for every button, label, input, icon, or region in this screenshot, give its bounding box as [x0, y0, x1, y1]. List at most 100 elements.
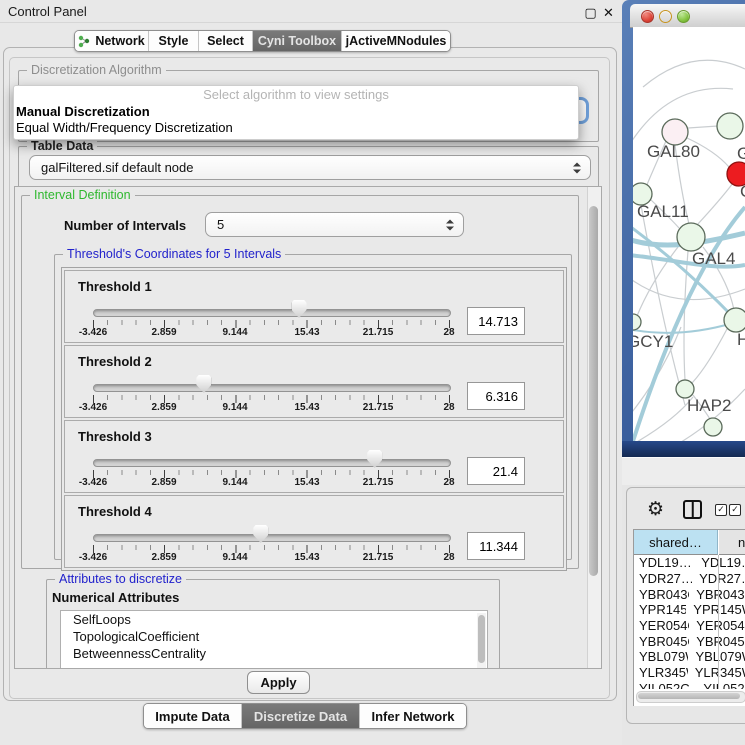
threshold-slider-track[interactable]: [93, 384, 451, 392]
table-row[interactable]: YBR043CYBR043C: [634, 586, 745, 602]
cell-name: YDL19…: [694, 555, 745, 570]
threshold-value-field[interactable]: 6.316: [467, 382, 525, 410]
threshold-row: Threshold 2 -3.426 2.859 9.144 15.43 21.…: [64, 345, 564, 418]
discretization-algorithm-group-title: Discretization Algorithm: [27, 63, 166, 77]
node-gcy1[interactable]: [633, 314, 641, 330]
cell-shared-name: YPR145W: [634, 602, 686, 617]
bottom-tab-bar: Impute Data Discretize Data Infer Networ…: [143, 703, 467, 729]
tab-infer-network[interactable]: Infer Network: [360, 704, 466, 728]
scale-tick-label: 21.715: [353, 477, 403, 488]
scale-tick-label: -3.426: [68, 477, 118, 488]
threshold-coordinates-group: Threshold's Coordinates for 5 Intervals …: [54, 254, 572, 560]
scale-tick-label: 2.859: [139, 327, 189, 338]
node-gal4[interactable]: [677, 223, 705, 251]
table-panel-container: ⚙ ✓ ✓ shared… name YDL19…YDL19… YDR27…YD…: [626, 487, 745, 724]
minimize-traffic-light-icon[interactable]: [659, 10, 672, 23]
close-icon[interactable]: ✕: [602, 6, 615, 19]
column-layout-button[interactable]: [683, 500, 702, 519]
attribute-list-item[interactable]: BetweennessCentrality: [61, 645, 487, 662]
threshold-value-field[interactable]: 21.4: [467, 457, 525, 485]
table-row[interactable]: YBL079WYBL079W: [634, 649, 745, 665]
algorithm-option-equal-width[interactable]: Equal Width/Frequency Discretization: [14, 120, 578, 136]
table-settings-gear-button[interactable]: ⚙: [647, 500, 664, 520]
threshold-label: Threshold 2: [78, 354, 152, 369]
scale-tick-label: -3.426: [68, 552, 118, 563]
table-row[interactable]: YLR345WYLR345W: [634, 665, 745, 681]
threshold-value-field[interactable]: 14.713: [467, 307, 525, 335]
threshold-row: Threshold 4 -3.426 2.859 9.144 15.43 21.…: [64, 495, 564, 568]
threshold-rows-panel: Threshold 1 -3.426 2.859 9.144 15.43 21.…: [61, 267, 567, 571]
cell-name: YLR345W: [688, 665, 745, 680]
node-label-partial-top-right: GA: [737, 144, 745, 163]
scale-tick-label: 2.859: [139, 552, 189, 563]
tab-network[interactable]: Network: [75, 31, 149, 51]
gear-icon: ⚙: [647, 499, 664, 520]
tab-discretize-data-label: Discretize Data: [254, 709, 347, 724]
threshold-value-field[interactable]: 11.344: [467, 532, 525, 560]
cell-shared-name: YBR045C: [634, 634, 689, 649]
threshold-slider-track[interactable]: [93, 309, 451, 317]
select-checkbox-icon[interactable]: ✓: [715, 504, 727, 516]
threshold-slider-track[interactable]: [93, 534, 451, 542]
tab-cyni-toolbox-label: Cyni Toolbox: [258, 34, 336, 48]
node-partial-right[interactable]: [724, 308, 745, 332]
network-window-titlebar[interactable]: [630, 4, 745, 28]
column-header-shared-name[interactable]: shared…: [634, 530, 718, 555]
settings-vertical-scrollbar[interactable]: [587, 187, 601, 668]
attributes-list-scrollbar[interactable]: [477, 613, 486, 669]
node-label-partial-red: CY: [740, 182, 745, 201]
select-checkbox-icon[interactable]: ✓: [729, 504, 741, 516]
combo-stepper-icon: [573, 162, 581, 173]
tab-impute-data[interactable]: Impute Data: [144, 704, 242, 728]
table-row[interactable]: YPR145WYPR145W: [634, 602, 745, 618]
apply-button[interactable]: Apply: [247, 671, 310, 694]
table-row[interactable]: YER054CYER054C: [634, 618, 745, 634]
column-header-name[interactable]: name: [719, 530, 745, 555]
tab-discretize-data[interactable]: Discretize Data: [242, 704, 360, 728]
number-of-intervals-combo[interactable]: 5: [205, 212, 464, 237]
threshold-row: Threshold 3 -3.426 2.859 9.144 15.43 21.…: [64, 420, 564, 493]
table-horizontal-scrollbar[interactable]: [636, 691, 745, 703]
table-horizontal-scrollbar-thumb[interactable]: [638, 693, 740, 699]
algorithm-popup-hint: Select algorithm to view settings: [14, 86, 578, 104]
tab-style[interactable]: Style: [149, 31, 199, 51]
close-traffic-light-icon[interactable]: [641, 10, 654, 23]
network-canvas[interactable]: GAL80 GA CY GAL11 GAL4 GCY1 H HAP2: [633, 27, 745, 441]
settings-scrollbar-thumb[interactable]: [589, 206, 598, 576]
tab-cyni-toolbox[interactable]: Cyni Toolbox: [253, 31, 342, 51]
attributes-group: Attributes to discretize Numerical Attri…: [46, 579, 500, 669]
tab-jactivemnodules[interactable]: jActiveMNodules: [342, 31, 450, 51]
scale-tick-label: 15.43: [282, 402, 332, 413]
tab-select[interactable]: Select: [199, 31, 253, 51]
node-partial-top-right[interactable]: [717, 113, 743, 139]
float-window-icon[interactable]: ▢: [584, 6, 597, 19]
threshold-slider-track[interactable]: [93, 459, 451, 467]
table-row[interactable]: YBR045CYBR045C: [634, 633, 745, 649]
cell-shared-name: YBL079W: [634, 649, 688, 664]
cell-shared-name: YIL052C: [634, 681, 696, 689]
table-data-group: Table Data galFiltered.sif default node: [18, 146, 599, 188]
attribute-list-item[interactable]: TopologicalCoefficient: [61, 628, 487, 645]
node-partial-bottom[interactable]: [704, 418, 722, 436]
table-row[interactable]: YIL052CYIL052C: [634, 681, 745, 690]
cell-name: YBL079W: [688, 649, 745, 664]
node-label-gal11: GAL11: [637, 202, 689, 221]
control-panel-header: Control Panel ▢ ✕: [0, 0, 622, 23]
table-data-combo-value: galFiltered.sif default node: [41, 160, 193, 175]
scale-tick-label: 9.144: [210, 402, 260, 413]
tab-impute-data-label: Impute Data: [155, 709, 229, 724]
cell-shared-name: YDR27…: [634, 571, 692, 586]
zoom-traffic-light-icon[interactable]: [677, 10, 690, 23]
scale-tick-label: 21.715: [353, 327, 403, 338]
scale-tick-label: 21.715: [353, 402, 403, 413]
table-data-combo[interactable]: galFiltered.sif default node: [29, 155, 591, 180]
algorithm-option-manual[interactable]: Manual Discretization: [14, 104, 578, 120]
table-row[interactable]: YDR27…YDR27…: [634, 571, 745, 587]
attribute-list-item[interactable]: SelfLoops: [61, 611, 487, 628]
tab-select-label: Select: [207, 34, 244, 48]
table-row[interactable]: YDL19…YDL19…: [634, 555, 745, 571]
scale-tick-label: 9.144: [210, 477, 260, 488]
scale-tick-label: -3.426: [68, 402, 118, 413]
number-of-intervals-label: Number of Intervals: [64, 218, 186, 233]
settings-scroll-viewport: Interval Definition Number of Intervals …: [14, 186, 602, 669]
